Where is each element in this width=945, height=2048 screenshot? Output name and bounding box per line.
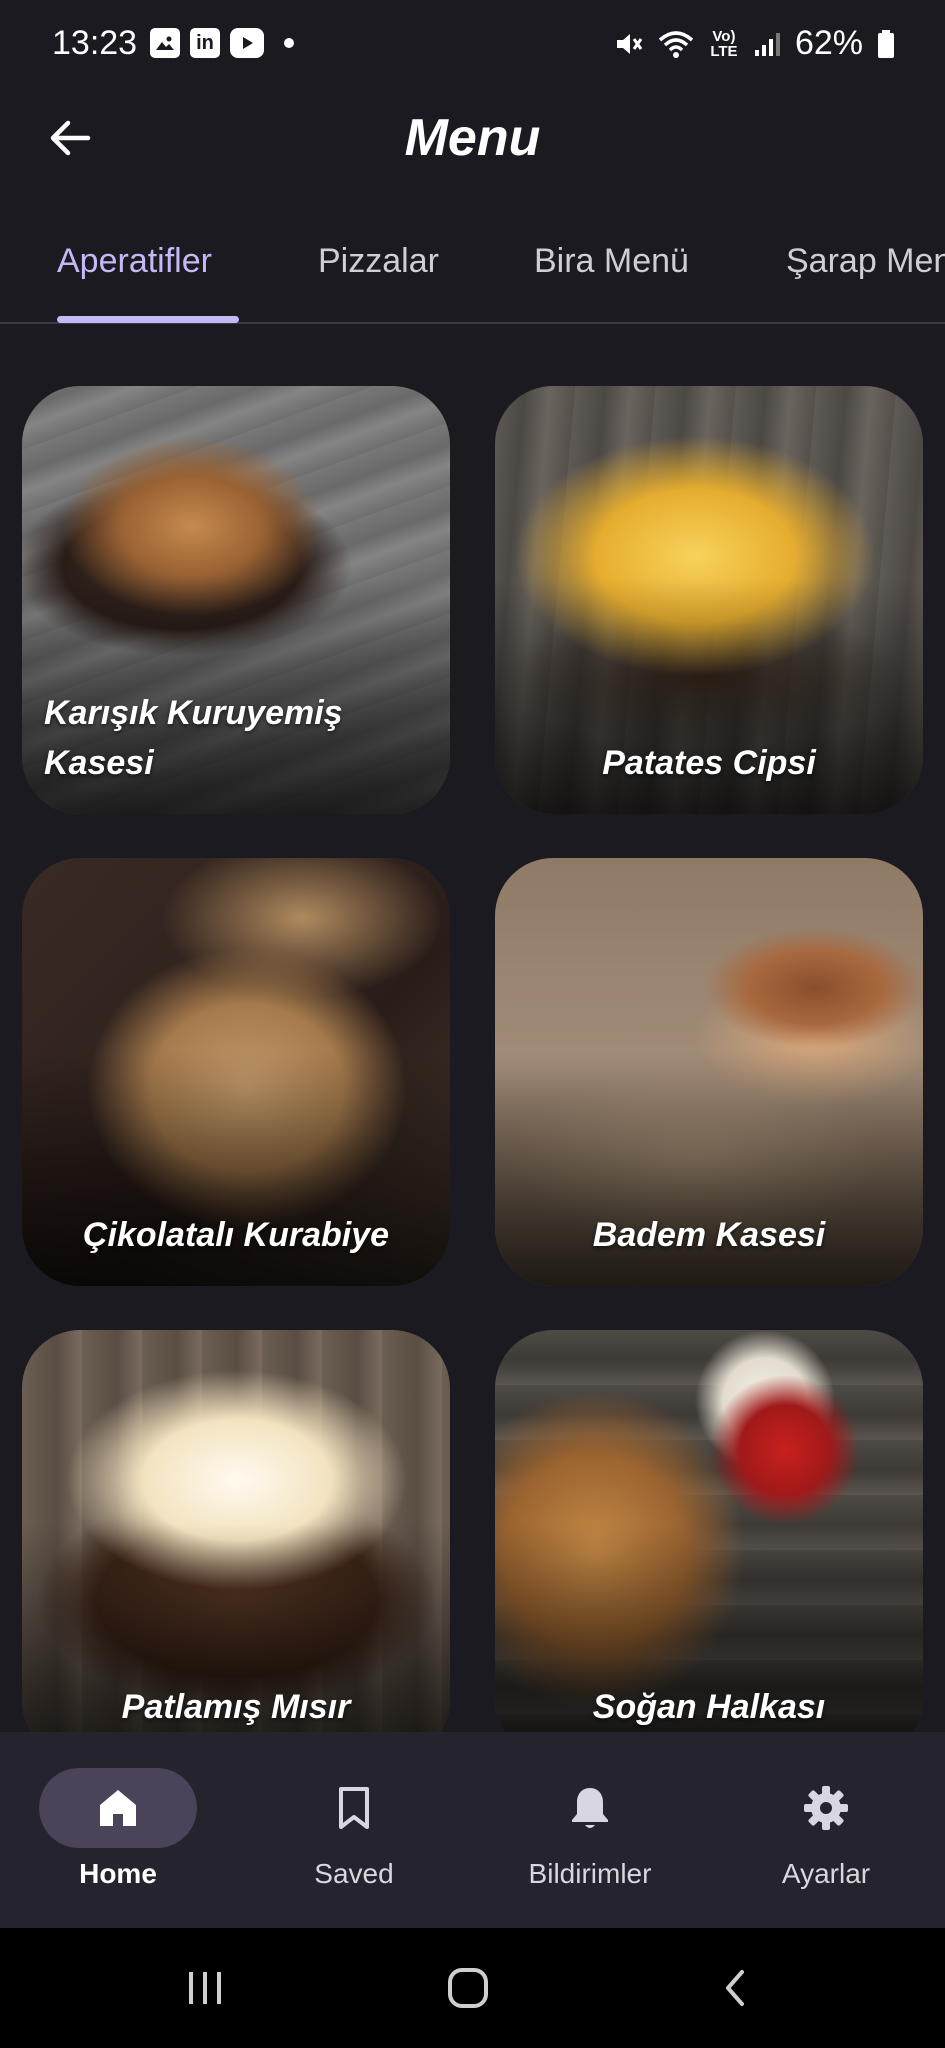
bottom-navigation: Home Saved Bildirimler Ayarlar — [0, 1732, 945, 1928]
status-notification-icons: in — [150, 28, 294, 58]
tab-sarap-menu[interactable]: Şarap Menü — [786, 242, 945, 281]
nav-bildirimler[interactable]: Bildirimler — [472, 1732, 708, 1928]
app-bar: Menu — [0, 90, 945, 200]
nav-ayarlar[interactable]: Ayarlar — [708, 1732, 944, 1928]
tab-aperatifler[interactable]: Aperatifler — [57, 242, 212, 281]
menu-item-label: Badem Kasesi — [592, 1215, 826, 1254]
signal-icon — [753, 30, 781, 58]
menu-item-card[interactable]: Karışık Kuruyemiş Kasesi — [22, 386, 450, 814]
status-time: 13:23 — [52, 24, 138, 62]
nav-label: Home — [79, 1858, 157, 1889]
dot-icon — [284, 38, 294, 48]
recents-icon[interactable] — [175, 1960, 235, 2016]
menu-item-card[interactable]: Çikolatalı Kurabiye — [22, 858, 450, 1286]
menu-item-label: Patlamış Mısır — [121, 1687, 351, 1726]
nav-label: Bildirimler — [528, 1858, 652, 1889]
gear-icon — [796, 1778, 856, 1838]
bookmark-icon — [324, 1778, 384, 1838]
active-tab-indicator — [57, 316, 239, 323]
nav-label: Ayarlar — [781, 1858, 871, 1889]
linkedin-icon: in — [190, 28, 220, 58]
menu-grid: Karışık Kuruyemiş Kasesi Patates Cipsi Ç… — [0, 386, 945, 1732]
back-chevron-icon[interactable] — [705, 1960, 765, 2016]
tab-pizzalar[interactable]: Pizzalar — [318, 242, 439, 281]
nav-home[interactable]: Home — [0, 1732, 236, 1928]
tab-bira-menu[interactable]: Bira Menü — [534, 242, 689, 281]
screen: 13:23 in Vo) LTE 62% Menu Aperatifler Pi… — [0, 0, 945, 2048]
nav-saved[interactable]: Saved — [236, 1732, 472, 1928]
home-icon — [88, 1778, 148, 1838]
menu-item-card[interactable]: Patates Cipsi — [495, 386, 923, 814]
menu-item-label: Soğan Halkası — [592, 1687, 826, 1726]
system-navigation-bar — [0, 1928, 945, 2048]
status-bar: 13:23 in Vo) LTE 62% — [0, 0, 945, 90]
gallery-icon — [150, 28, 180, 58]
bell-icon — [560, 1778, 620, 1838]
menu-item-label: Patates Cipsi — [602, 743, 816, 782]
menu-item-card[interactable]: Soğan Halkası — [495, 1330, 923, 1732]
category-tabs: Aperatifler Pizzalar Bira Menü Şarap Men… — [0, 232, 945, 324]
volte-icon: Vo) LTE — [710, 27, 738, 60]
wifi-icon — [657, 29, 695, 59]
menu-item-card[interactable]: Badem Kasesi — [495, 858, 923, 1286]
status-system-icons: Vo) LTE 62% — [613, 24, 895, 63]
menu-item-card[interactable]: Patlamış Mısır — [22, 1330, 450, 1732]
mute-icon — [613, 29, 643, 59]
menu-item-label: Çikolatalı Kurabiye — [82, 1215, 390, 1254]
menu-item-label: Karışık Kuruyemiş Kasesi — [44, 694, 343, 782]
home-circle-icon[interactable] — [438, 1960, 498, 2016]
nav-label: Saved — [314, 1858, 394, 1889]
battery-percent: 62% — [794, 24, 863, 62]
page-title: Menu — [404, 109, 541, 167]
battery-icon — [877, 29, 895, 59]
youtube-icon — [230, 28, 264, 58]
